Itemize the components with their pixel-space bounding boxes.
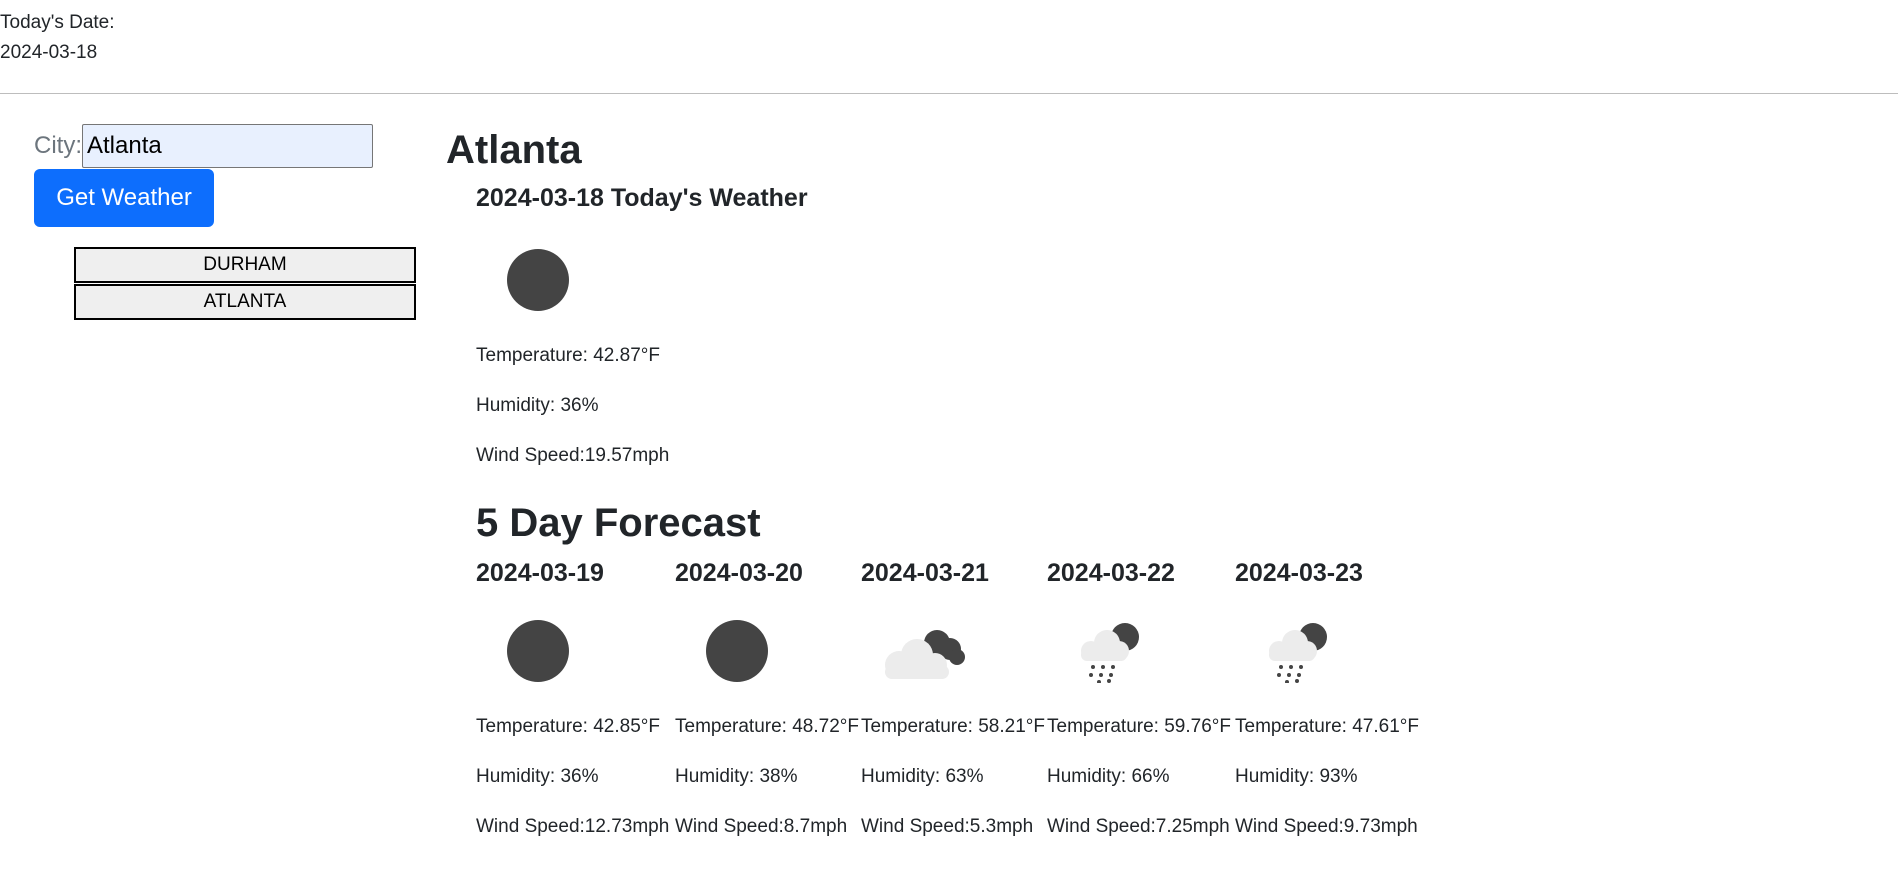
forecast-title: 5 Day Forecast	[476, 501, 761, 545]
forecast-temperature: Temperature: 58.21°F	[861, 716, 1045, 737]
get-weather-button[interactable]: Get Weather	[34, 169, 214, 227]
forecast-card: 2024-03-19 Temperature: 42.85°F Humidity…	[476, 555, 669, 839]
todays-date: Today's Date: 2024-03-18	[0, 8, 115, 68]
forecast-temperature: Temperature: 48.72°F	[675, 716, 859, 737]
forecast-wind-speed: Wind Speed:7.25mph	[1047, 816, 1230, 837]
forecast-temperature: Temperature: 47.61°F	[1235, 716, 1419, 737]
date-value: 2024-03-18	[0, 42, 98, 63]
current-temperature: Temperature: 42.87°F	[476, 345, 660, 366]
forecast-temperature: Temperature: 42.85°F	[476, 716, 660, 737]
current-weather: 2024-03-18 Today's Weather Temperature: …	[476, 180, 808, 468]
current-weather-heading: 2024-03-18 Today's Weather	[476, 184, 808, 212]
forecast-humidity: Humidity: 93%	[1235, 766, 1358, 787]
forecast-humidity: Humidity: 38%	[675, 766, 798, 787]
current-wind-speed: Wind Speed:19.57mph	[476, 445, 670, 466]
forecast-date: 2024-03-22	[1047, 559, 1175, 587]
clear-sky-icon	[705, 619, 769, 683]
history-button-durham[interactable]: DURHAM	[74, 247, 416, 283]
rain-icon	[1075, 619, 1145, 684]
clear-sky-icon	[506, 619, 570, 683]
city-title: Atlanta	[446, 128, 582, 172]
forecast-date: 2024-03-19	[476, 559, 604, 587]
forecast-card: 2024-03-22 Temperature: 59.76°F Humidity…	[1047, 555, 1231, 839]
clear-sky-icon	[506, 248, 570, 312]
history-button-atlanta[interactable]: ATLANTA	[74, 284, 416, 320]
forecast-humidity: Humidity: 36%	[476, 766, 599, 787]
city-input[interactable]	[82, 124, 373, 168]
forecast-card: 2024-03-21 Temperature: 58.21°F Humidity…	[861, 555, 1045, 839]
search-history: DURHAM ATLANTA	[74, 247, 416, 321]
forecast-card: 2024-03-23 Temperature: 47.61°F Humidity…	[1235, 555, 1419, 839]
date-label: Today's Date:	[0, 12, 115, 33]
city-label: City:	[34, 132, 82, 159]
forecast-temperature: Temperature: 59.76°F	[1047, 716, 1231, 737]
header-divider	[0, 93, 1898, 94]
forecast-date: 2024-03-21	[861, 559, 989, 587]
forecast-wind-speed: Wind Speed:5.3mph	[861, 816, 1034, 837]
forecast-humidity: Humidity: 66%	[1047, 766, 1170, 787]
city-search-row: City:	[34, 124, 373, 168]
current-humidity: Humidity: 36%	[476, 395, 599, 416]
forecast-humidity: Humidity: 63%	[861, 766, 984, 787]
forecast-wind-speed: Wind Speed:12.73mph	[476, 816, 670, 837]
rain-icon	[1263, 619, 1333, 684]
forecast-date: 2024-03-23	[1235, 559, 1363, 587]
forecast-date: 2024-03-20	[675, 559, 803, 587]
broken-clouds-icon	[877, 619, 967, 683]
forecast-card: 2024-03-20 Temperature: 48.72°F Humidity…	[675, 555, 859, 839]
forecast-wind-speed: Wind Speed:9.73mph	[1235, 816, 1418, 837]
forecast-wind-speed: Wind Speed:8.7mph	[675, 816, 848, 837]
